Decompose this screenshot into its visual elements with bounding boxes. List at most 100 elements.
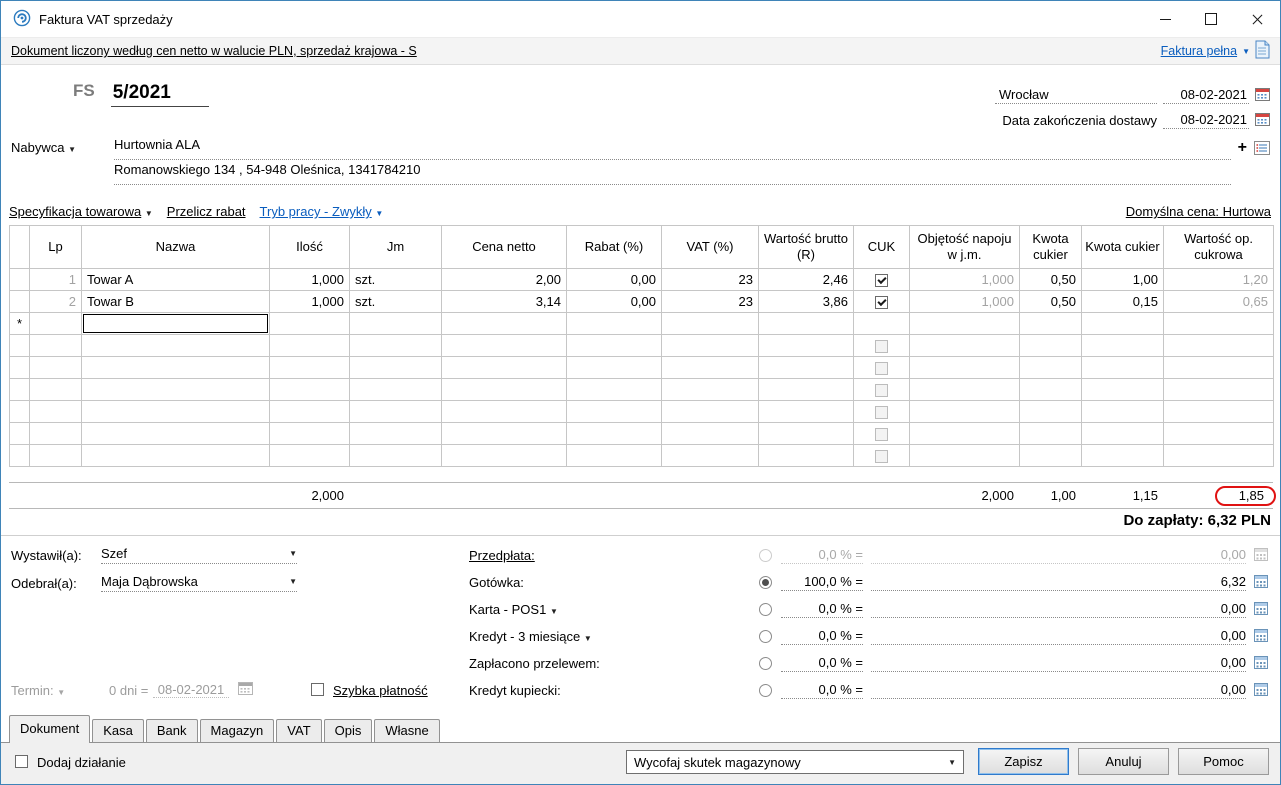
- transfer-amount-field[interactable]: 0,00: [871, 655, 1246, 672]
- cuk-checkbox-row-2[interactable]: [875, 296, 888, 309]
- calculation-settings-link[interactable]: Dokument liczony według cen netto w walu…: [11, 44, 417, 58]
- cancel-button[interactable]: Anuluj: [1078, 748, 1169, 775]
- invoice-type-link[interactable]: Faktura pełna: [1161, 44, 1237, 58]
- work-mode-menu[interactable]: Tryb pracy - Zwykły ▼: [260, 204, 384, 219]
- received-by-combo[interactable]: Maja Dąbrowska ▼: [101, 574, 297, 592]
- cell-rabat[interactable]: 0,00: [567, 291, 662, 313]
- cell-objetosc[interactable]: 1,000: [910, 291, 1020, 313]
- minimize-button[interactable]: [1142, 1, 1188, 37]
- cell-nazwa[interactable]: Towar B: [82, 291, 270, 313]
- empty-item-row[interactable]: [10, 357, 1274, 379]
- cell-kwota-cukier-1[interactable]: 0,50: [1020, 291, 1082, 313]
- doc-symbol: FS: [73, 81, 95, 100]
- merchant-credit-radio[interactable]: [759, 684, 772, 697]
- cash-radio[interactable]: [759, 576, 772, 589]
- quick-payment-checkbox[interactable]: [311, 683, 324, 696]
- cell-jm[interactable]: szt.: [350, 269, 442, 291]
- cash-percent-field[interactable]: 100,0 % =: [781, 574, 863, 591]
- empty-item-row[interactable]: [10, 335, 1274, 357]
- cash-amount-field[interactable]: 6,32: [871, 574, 1246, 591]
- card-radio[interactable]: [759, 603, 772, 616]
- tab-vat[interactable]: VAT: [276, 719, 321, 742]
- cell-lp[interactable]: 2: [30, 291, 82, 313]
- document-icon[interactable]: [1255, 40, 1270, 62]
- issued-by-combo[interactable]: Szef ▼: [101, 546, 297, 564]
- save-button[interactable]: Zapisz: [978, 748, 1069, 775]
- cell-rabat[interactable]: 0,00: [567, 269, 662, 291]
- payment-row-credit: Kredyt - 3 miesiące ▼ 0,0 % = 0,00: [469, 623, 1269, 650]
- cell-ilosc[interactable]: 1,000: [270, 269, 350, 291]
- cell-vat[interactable]: 23: [662, 269, 759, 291]
- cell-kwota-cukier-1[interactable]: 0,50: [1020, 269, 1082, 291]
- cell-cena-netto[interactable]: 2,00: [442, 269, 567, 291]
- credit-calculator-icon[interactable]: [1254, 629, 1269, 645]
- cash-calculator-icon[interactable]: [1254, 575, 1269, 591]
- city-field[interactable]: Wrocław: [995, 87, 1157, 104]
- merchant-credit-amount-field[interactable]: 0,00: [871, 682, 1246, 699]
- credit-selector[interactable]: Kredyt - 3 miesiące ▼: [469, 629, 759, 644]
- add-buyer-icon[interactable]: +: [1238, 139, 1247, 157]
- cell-kwota-cukier-2[interactable]: 1,00: [1082, 269, 1164, 291]
- cell-ilosc[interactable]: 1,000: [270, 291, 350, 313]
- maximize-button[interactable]: [1188, 1, 1234, 37]
- tab-dokument[interactable]: Dokument: [9, 715, 90, 743]
- cell-vat[interactable]: 23: [662, 291, 759, 313]
- default-price-link[interactable]: Domyślna cena: Hurtowa: [1126, 204, 1271, 219]
- prepayment-label[interactable]: Przedpłata:: [469, 548, 535, 563]
- card-percent-field[interactable]: 0,0 % =: [781, 601, 863, 618]
- empty-item-row[interactable]: [10, 379, 1274, 401]
- close-button[interactable]: [1234, 1, 1280, 37]
- buyer-name-field[interactable]: Hurtownia ALA: [114, 137, 1231, 160]
- empty-item-row[interactable]: [10, 423, 1274, 445]
- cell-wartosc-op[interactable]: 0,65: [1164, 291, 1274, 313]
- transfer-percent-field[interactable]: 0,0 % =: [781, 655, 863, 672]
- cell-wartosc-op[interactable]: 1,20: [1164, 269, 1274, 291]
- add-action-checkbox[interactable]: [15, 755, 28, 768]
- cell-kwota-cukier-2[interactable]: 0,15: [1082, 291, 1164, 313]
- term-selector[interactable]: Termin: ▼: [11, 683, 65, 698]
- quick-payment-label[interactable]: Szybka płatność: [333, 683, 428, 698]
- issue-date-calendar-icon[interactable]: [1255, 87, 1270, 104]
- credit-amount-field[interactable]: 0,00: [871, 628, 1246, 645]
- cell-jm[interactable]: szt.: [350, 291, 442, 313]
- tab-bank[interactable]: Bank: [146, 719, 198, 742]
- tab-wlasne[interactable]: Własne: [374, 719, 439, 742]
- issue-date-field[interactable]: 08-02-2021: [1163, 87, 1249, 104]
- card-calculator-icon[interactable]: [1254, 602, 1269, 618]
- item-name-input[interactable]: [83, 314, 268, 333]
- credit-percent-field[interactable]: 0,0 % =: [781, 628, 863, 645]
- cell-nazwa[interactable]: Towar A: [82, 269, 270, 291]
- stock-effect-dropdown[interactable]: Wycofaj skutek magazynowy ▼: [626, 750, 964, 774]
- cell-objetosc[interactable]: 1,000: [910, 269, 1020, 291]
- transfer-calculator-icon[interactable]: [1254, 656, 1269, 672]
- tab-opis[interactable]: Opis: [324, 719, 373, 742]
- doc-number-field[interactable]: 5/2021: [111, 82, 209, 107]
- card-selector[interactable]: Karta - POS1 ▼: [469, 602, 759, 617]
- help-button[interactable]: Pomoc: [1178, 748, 1269, 775]
- merchant-credit-calculator-icon[interactable]: [1254, 683, 1269, 699]
- delivery-date-calendar-icon[interactable]: [1255, 112, 1270, 129]
- item-row-2[interactable]: 2 Towar B 1,000 szt. 3,14 0,00 23 3,86 1…: [10, 291, 1274, 313]
- tab-kasa[interactable]: Kasa: [92, 719, 144, 742]
- card-amount-field[interactable]: 0,00: [871, 601, 1246, 618]
- cell-wartosc-brutto[interactable]: 2,46: [759, 269, 854, 291]
- transfer-radio[interactable]: [759, 657, 772, 670]
- credit-radio[interactable]: [759, 630, 772, 643]
- buyer-selector[interactable]: Nabywca ▼: [11, 140, 76, 155]
- tab-magazyn[interactable]: Magazyn: [200, 719, 275, 742]
- recalculate-discount-link[interactable]: Przelicz rabat: [167, 204, 246, 219]
- invoice-type-chevron-icon[interactable]: ▼: [1242, 47, 1250, 56]
- buyer-list-icon[interactable]: [1254, 141, 1270, 158]
- cuk-checkbox-row-1[interactable]: [875, 274, 888, 287]
- specification-menu[interactable]: Specyfikacja towarowa ▼: [9, 204, 153, 219]
- buyer-address-field[interactable]: Romanowskiego 134 , 54-948 Oleśnica, 134…: [114, 162, 1231, 185]
- cell-cena-netto[interactable]: 3,14: [442, 291, 567, 313]
- empty-item-row[interactable]: [10, 401, 1274, 423]
- empty-item-row[interactable]: [10, 445, 1274, 467]
- delivery-date-field[interactable]: 08-02-2021: [1163, 112, 1249, 129]
- item-row-1[interactable]: 1 Towar A 1,000 szt. 2,00 0,00 23 2,46 1…: [10, 269, 1274, 291]
- merchant-credit-percent-field[interactable]: 0,0 % =: [781, 682, 863, 699]
- cell-lp[interactable]: 1: [30, 269, 82, 291]
- cell-wartosc-brutto[interactable]: 3,86: [759, 291, 854, 313]
- new-item-row[interactable]: *: [10, 313, 1274, 335]
